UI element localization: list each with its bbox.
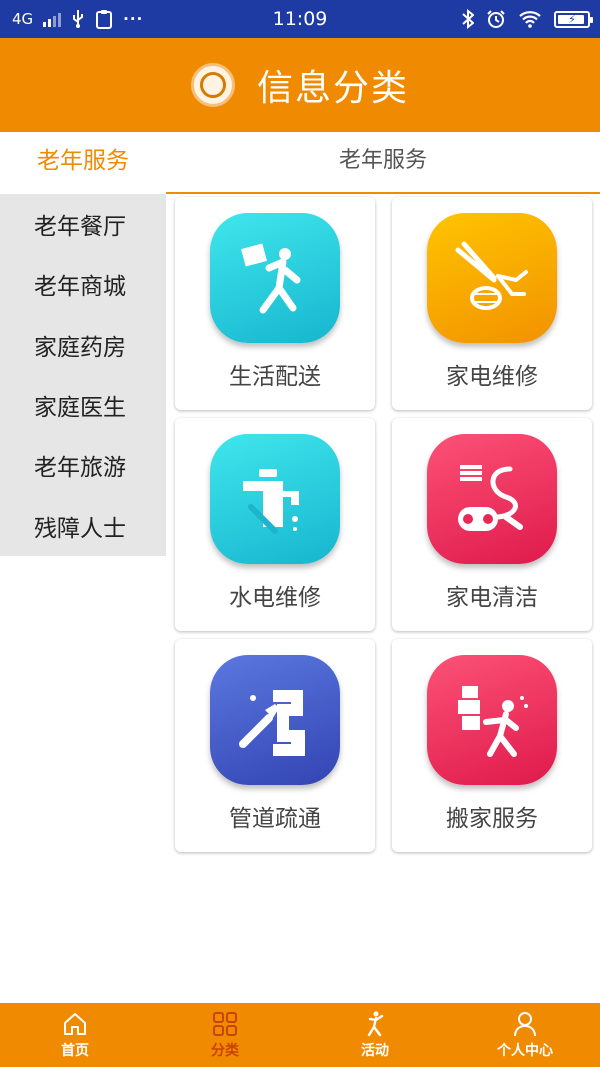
nav-home[interactable]: 首页 bbox=[0, 1003, 150, 1067]
sidebar-item-home-pharmacy[interactable]: 家庭药房 bbox=[0, 315, 166, 375]
service-card-appliance-repair[interactable]: 家电维修 bbox=[392, 197, 592, 410]
nav-label: 活动 bbox=[361, 1043, 389, 1059]
alarm-icon bbox=[487, 10, 505, 28]
nav-label: 个人中心 bbox=[497, 1043, 553, 1059]
sidebar: 老年餐厅 老年商城 家庭药房 家庭医生 老年旅游 残障人士 bbox=[0, 194, 166, 556]
tab-subcategory-title[interactable]: 老年服务 bbox=[166, 132, 600, 194]
status-right: ⚡ bbox=[462, 0, 593, 38]
status-bar: 4G ··· 11:09 ⚡ bbox=[0, 0, 600, 38]
sidebar-item-disabled-people[interactable]: 残障人士 bbox=[0, 495, 166, 555]
service-label: 水电维修 bbox=[229, 585, 321, 611]
battery-icon: ⚡ bbox=[554, 10, 593, 28]
tab-category-selected[interactable]: 老年服务 bbox=[0, 132, 166, 194]
app-header: 信息分类 bbox=[0, 38, 600, 132]
grid-icon bbox=[213, 1012, 237, 1036]
service-label: 家电维修 bbox=[446, 364, 538, 390]
dancer-icon bbox=[367, 1011, 384, 1037]
service-label: 生活配送 bbox=[229, 364, 321, 390]
pipe-wrench-icon bbox=[210, 655, 340, 785]
service-label: 管道疏通 bbox=[229, 806, 321, 832]
faucet-wrench-icon bbox=[210, 434, 340, 564]
bluetooth-icon bbox=[462, 9, 474, 29]
vacuum-cleaner-icon bbox=[427, 434, 557, 564]
service-label: 搬家服务 bbox=[446, 806, 538, 832]
sidebar-item-family-doctor[interactable]: 家庭医生 bbox=[0, 375, 166, 435]
nav-label: 分类 bbox=[211, 1043, 239, 1059]
delivery-person-icon bbox=[210, 213, 340, 343]
service-card-appliance-cleaning[interactable]: 家电清洁 bbox=[392, 418, 592, 631]
bottom-navigation: 首页 分类 活动 个人中心 bbox=[0, 1003, 600, 1067]
nav-activity[interactable]: 活动 bbox=[300, 1003, 450, 1067]
service-label: 家电清洁 bbox=[446, 585, 538, 611]
home-icon bbox=[64, 1013, 86, 1035]
nav-label: 首页 bbox=[61, 1043, 89, 1059]
person-icon bbox=[514, 1012, 536, 1037]
sidebar-item-elderly-travel[interactable]: 老年旅游 bbox=[0, 435, 166, 495]
wifi-icon bbox=[519, 11, 541, 28]
service-card-pipe-dredging[interactable]: 管道疏通 bbox=[175, 639, 375, 852]
sidebar-item-elderly-mall[interactable]: 老年商城 bbox=[0, 254, 166, 314]
service-card-delivery[interactable]: 生活配送 bbox=[175, 197, 375, 410]
nav-category[interactable]: 分类 bbox=[150, 1003, 300, 1067]
page-title: 信息分类 bbox=[256, 68, 409, 109]
category-tabs: 老年服务 老年服务 bbox=[0, 132, 600, 194]
nav-profile[interactable]: 个人中心 bbox=[450, 1003, 600, 1067]
pliers-wire-icon bbox=[427, 213, 557, 343]
service-card-moving[interactable]: 搬家服务 bbox=[392, 639, 592, 852]
mover-boxes-icon bbox=[427, 655, 557, 785]
service-card-plumbing-electric[interactable]: 水电维修 bbox=[175, 418, 375, 631]
sidebar-item-elderly-restaurant[interactable]: 老年餐厅 bbox=[0, 194, 166, 254]
logo-emblem-icon bbox=[190, 63, 235, 107]
